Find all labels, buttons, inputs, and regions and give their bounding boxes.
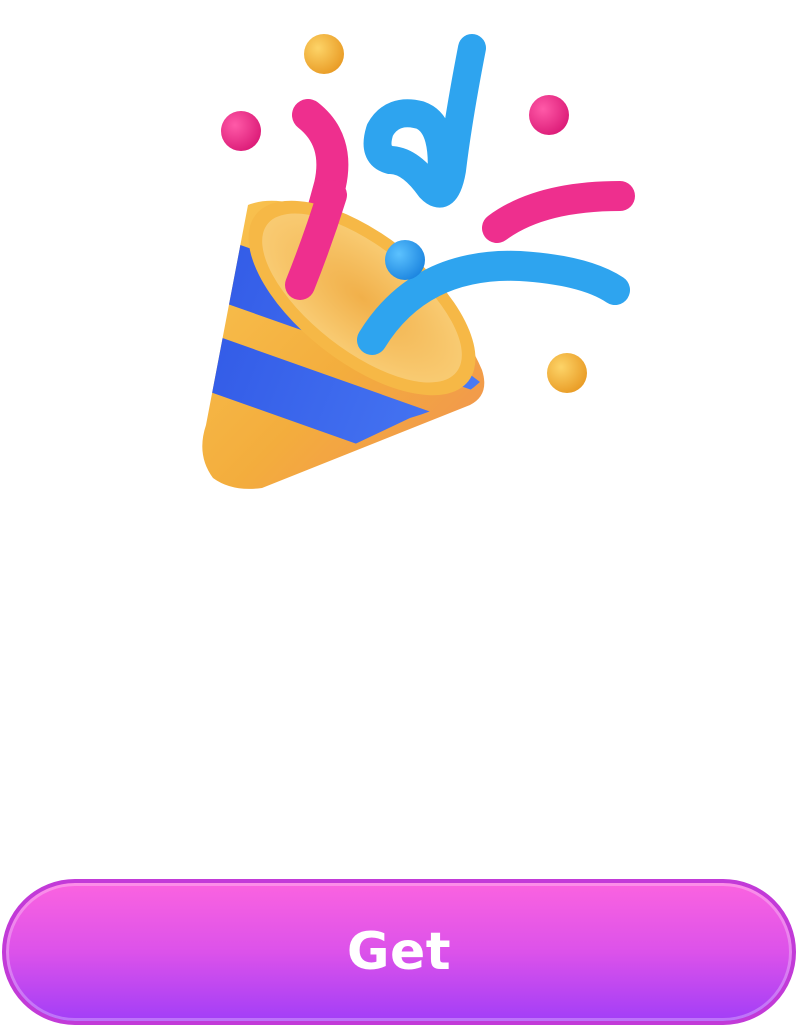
party-popper-illustration: [0, 0, 798, 560]
party-popper-icon: [202, 34, 635, 489]
get-button-label: Get: [346, 922, 452, 982]
popper-cone: [202, 200, 485, 489]
get-button[interactable]: Get: [2, 879, 796, 1025]
